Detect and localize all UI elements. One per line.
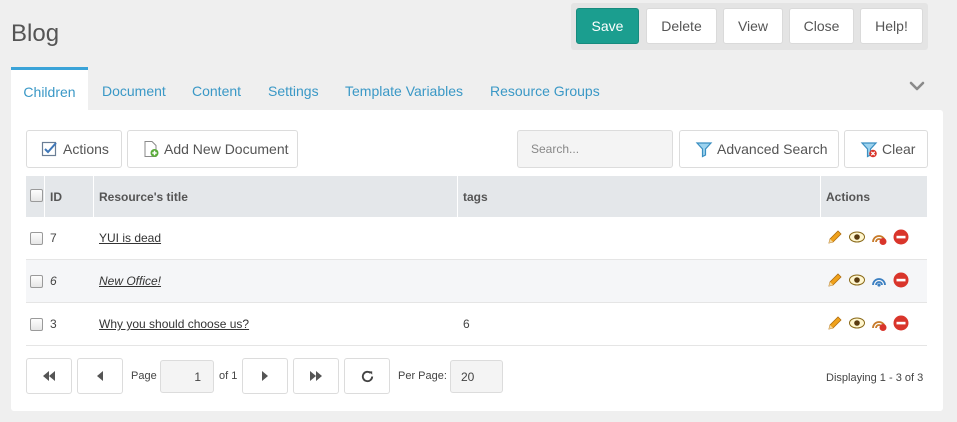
row-id: 6 [50, 274, 57, 288]
resource-title-link[interactable]: New Office! [99, 274, 161, 288]
column-divider [820, 176, 821, 217]
row-checkbox[interactable] [30, 275, 43, 288]
refresh-button[interactable] [344, 358, 390, 394]
clear-button[interactable]: Clear [844, 130, 928, 168]
prev-page-icon [97, 371, 103, 381]
column-header-id[interactable]: ID [50, 176, 62, 217]
page-number-input[interactable] [160, 360, 214, 393]
publish-status-icon[interactable] [870, 228, 888, 246]
children-panel: Actions Add New Document Advanced Search… [11, 110, 943, 411]
close-button[interactable]: Close [789, 8, 854, 44]
tab-settings[interactable]: Settings [268, 67, 319, 110]
last-page-icon [310, 371, 322, 381]
delete-icon[interactable] [892, 271, 910, 289]
row-actions [826, 314, 910, 332]
view-eye-icon[interactable] [848, 314, 866, 332]
next-page-button[interactable] [242, 358, 288, 394]
select-all-checkbox[interactable] [30, 189, 43, 202]
help-button[interactable]: Help! [860, 8, 923, 44]
column-divider [457, 176, 458, 217]
row-actions [826, 271, 910, 289]
tab-content[interactable]: Content [192, 67, 241, 110]
publish-status-icon[interactable] [870, 271, 888, 289]
top-action-bar: Save Delete View Close Help! [571, 3, 928, 50]
page-count-label: of 1 [219, 370, 238, 382]
view-eye-icon[interactable] [848, 271, 866, 289]
row-checkbox[interactable] [30, 232, 43, 245]
add-new-document-button[interactable]: Add New Document [127, 130, 298, 168]
row-checkbox[interactable] [30, 318, 43, 331]
checklist-icon [41, 140, 59, 158]
page-title: Blog [11, 20, 60, 47]
per-page-input[interactable] [450, 360, 503, 393]
row-id: 3 [50, 317, 57, 331]
edit-pencil-icon[interactable] [826, 228, 844, 246]
delete-button[interactable]: Delete [646, 8, 717, 44]
resource-title-link[interactable]: YUI is dead [99, 231, 161, 245]
first-page-icon [43, 371, 55, 381]
advanced-search-button[interactable]: Advanced Search [679, 130, 839, 168]
tab-resource-groups[interactable]: Resource Groups [490, 67, 600, 110]
column-header-tags[interactable]: tags [463, 176, 488, 217]
page-label: Page [131, 370, 157, 382]
column-header-title[interactable]: Resource's title [99, 176, 188, 217]
next-page-icon [262, 371, 268, 381]
column-header-actions: Actions [826, 189, 871, 204]
last-page-button[interactable] [293, 358, 339, 394]
save-button[interactable]: Save [576, 8, 639, 44]
actions-button-label: Actions [63, 141, 109, 157]
row-tags: 6 [463, 317, 470, 331]
actions-button[interactable]: Actions [26, 130, 122, 168]
search-input[interactable] [517, 130, 673, 168]
filter-icon [695, 140, 713, 158]
delete-icon[interactable] [892, 314, 910, 332]
resource-title-link[interactable]: Why you should choose us? [99, 317, 249, 331]
table-row[interactable]: 3 Why you should choose us? 6 [26, 303, 927, 346]
view-button[interactable]: View [723, 8, 783, 44]
tab-template-variables[interactable]: Template Variables [345, 67, 463, 110]
tab-children[interactable]: Children [11, 67, 88, 110]
tab-document[interactable]: Document [102, 67, 166, 110]
per-page-label: Per Page: [398, 370, 447, 382]
column-divider [93, 176, 94, 217]
add-new-document-label: Add New Document [164, 141, 289, 157]
prev-page-button[interactable] [77, 358, 123, 394]
edit-pencil-icon[interactable] [826, 271, 844, 289]
delete-icon[interactable] [892, 228, 910, 246]
grid-header: ID Resource's title tags Actions [26, 176, 927, 217]
row-actions [826, 228, 910, 246]
add-document-icon [142, 140, 160, 158]
table-row[interactable]: 6 New Office! [26, 260, 927, 303]
view-eye-icon[interactable] [848, 228, 866, 246]
first-page-button[interactable] [26, 358, 72, 394]
publish-status-icon[interactable] [870, 314, 888, 332]
refresh-icon [361, 370, 373, 382]
column-divider [44, 176, 45, 217]
clear-filter-icon [860, 140, 878, 158]
table-row[interactable]: 7 YUI is dead [26, 217, 927, 260]
displaying-count: Displaying 1 - 3 of 3 [826, 372, 924, 384]
tab-bar: Children Document Content Settings Templ… [11, 67, 631, 110]
clear-label: Clear [882, 141, 916, 157]
chevron-down-icon[interactable] [909, 79, 925, 93]
row-id: 7 [50, 231, 57, 245]
edit-pencil-icon[interactable] [826, 314, 844, 332]
advanced-search-label: Advanced Search [717, 141, 828, 157]
